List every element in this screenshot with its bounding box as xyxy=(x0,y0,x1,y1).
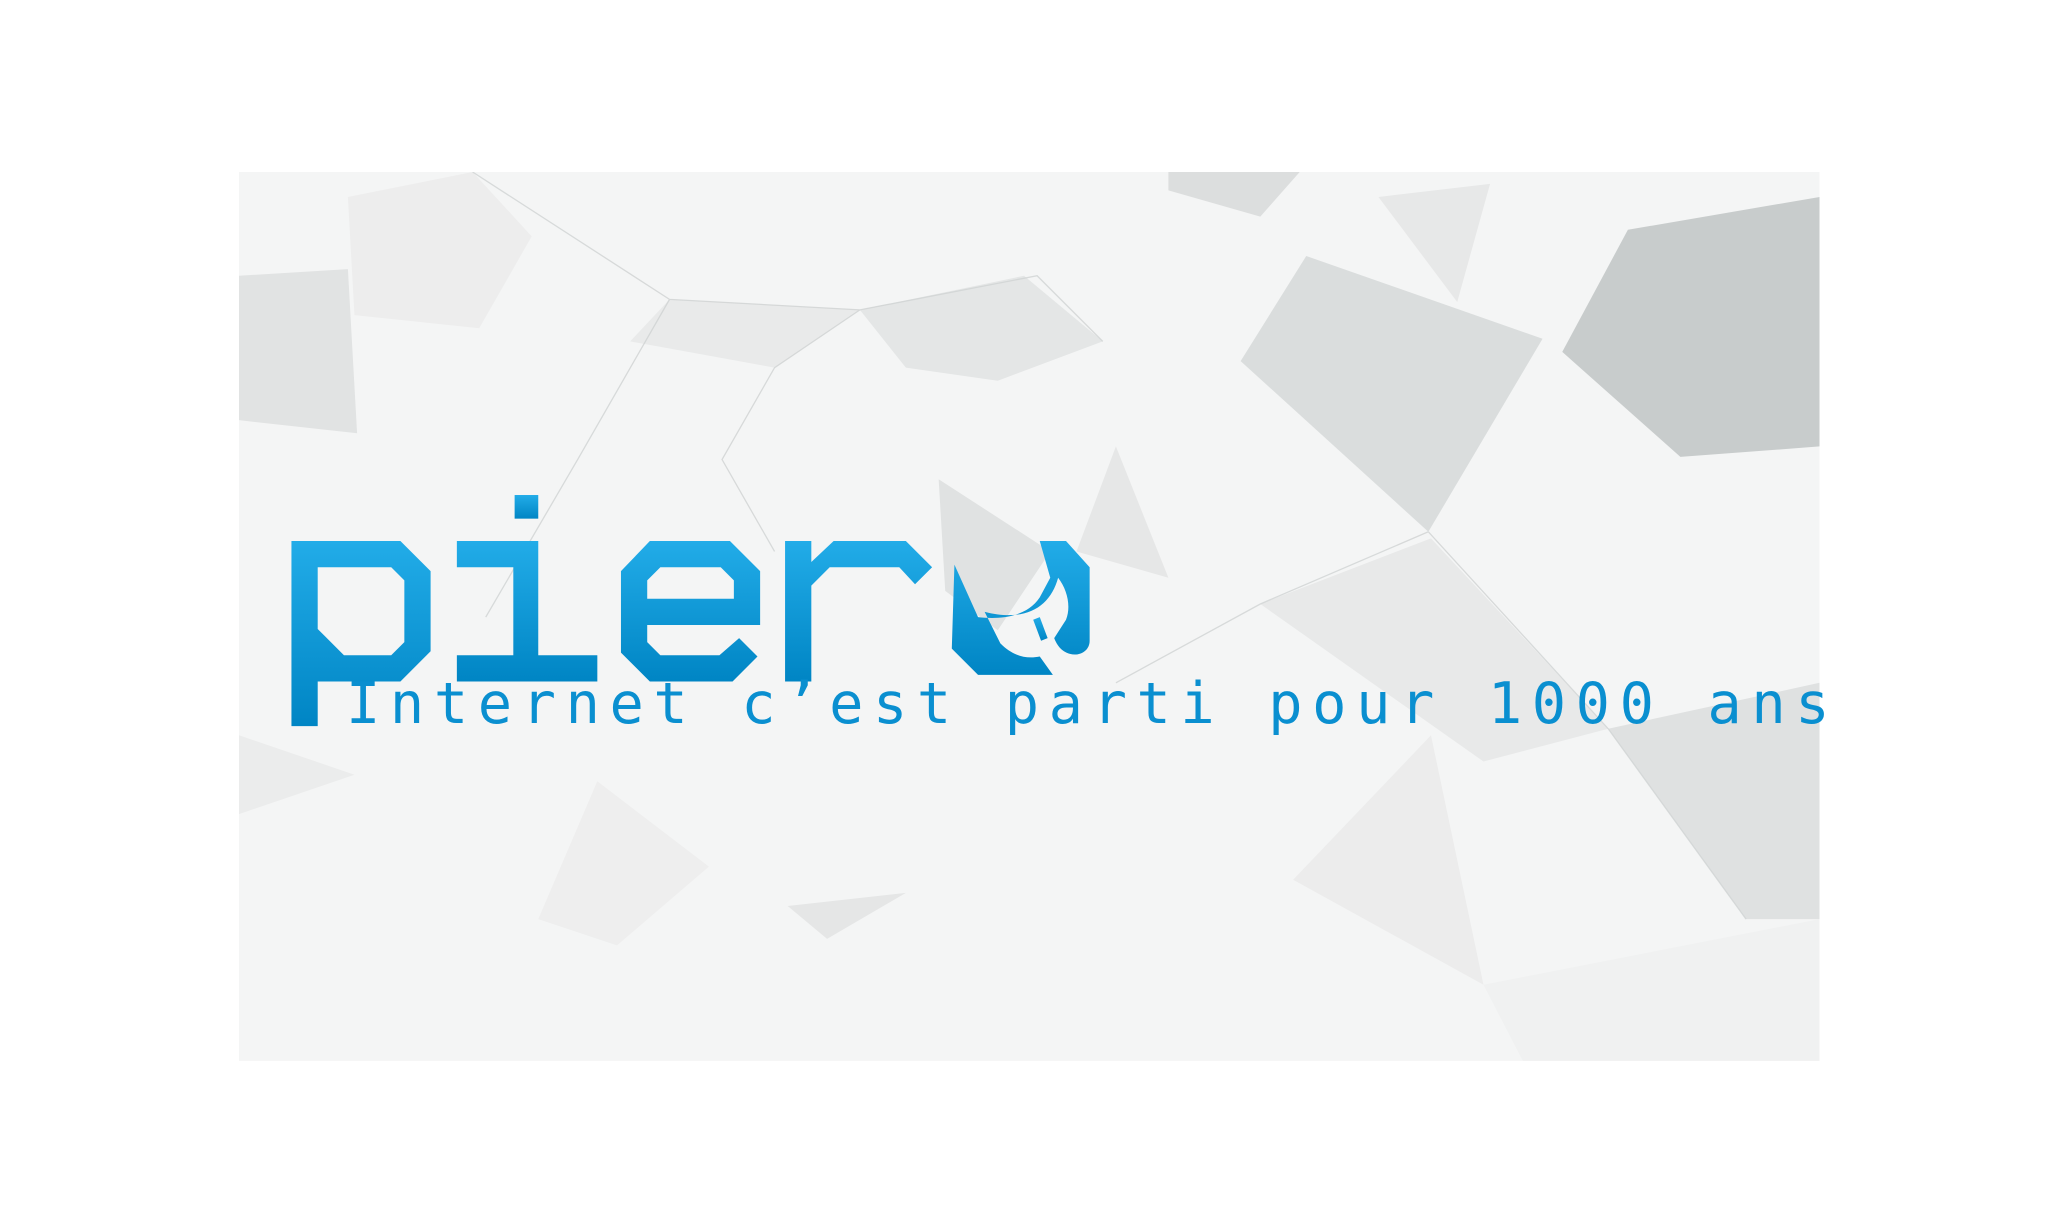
logo-letter-i-dot xyxy=(514,495,539,519)
banner-artwork xyxy=(238,172,1820,1061)
tagline: Internet c’est parti pour 1000 ans xyxy=(346,671,1840,737)
logo-letter-e xyxy=(620,540,761,682)
background-image xyxy=(238,172,1820,1061)
